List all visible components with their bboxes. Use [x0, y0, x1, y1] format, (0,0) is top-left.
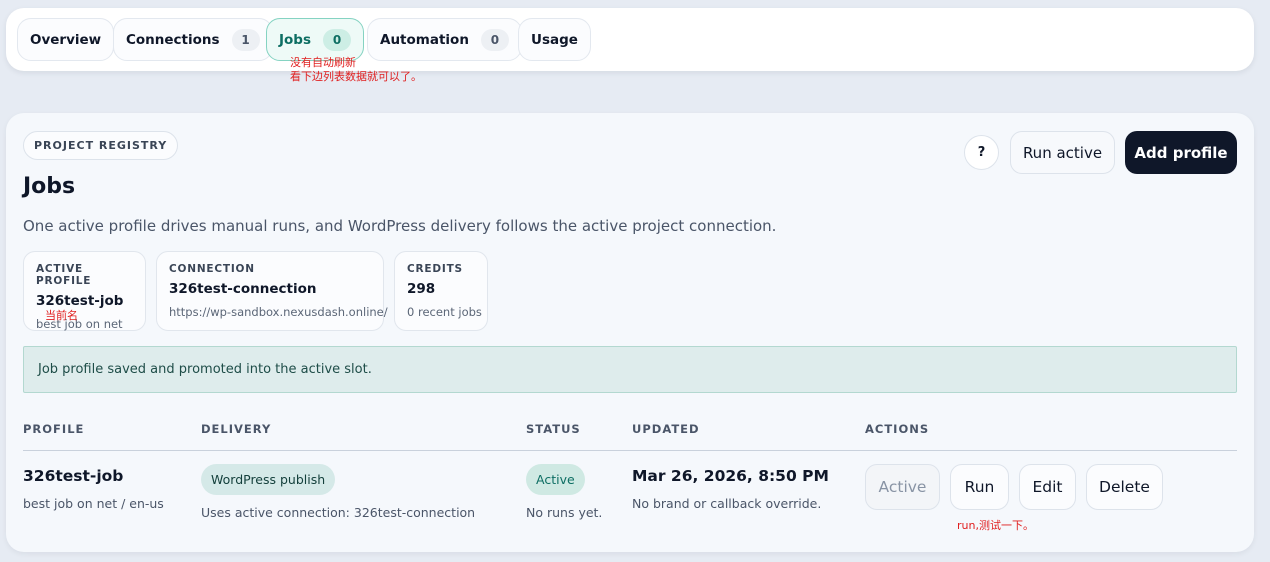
jobs-annotation-line1: 没有自动刷新 [290, 56, 356, 69]
delivery-chip: WordPress publish [201, 464, 336, 495]
stat-connection-label: CONNECTION [169, 263, 255, 275]
page-title: Jobs [23, 174, 76, 199]
stat-credits-value: 298 [407, 281, 436, 297]
tab-usage[interactable]: Usage [518, 18, 591, 61]
jobs-card: PROJECT REGISTRY Jobs One active profile… [6, 113, 1254, 552]
tab-jobs-label: Jobs [279, 31, 311, 48]
eyebrow-label: PROJECT REGISTRY [23, 131, 179, 160]
tab-jobs-count: 0 [323, 28, 351, 51]
stat-credits-sub: 0 recent jobs [407, 305, 482, 319]
jobs-annotation: 没有自动刷新 看下边列表数据就可以了。 [290, 56, 422, 84]
column-header-actions: ACTIONS [865, 422, 930, 436]
column-header-delivery: DELIVERY [201, 422, 272, 436]
add-profile-button[interactable]: Add profile [1125, 131, 1237, 174]
table-header-divider [23, 450, 1237, 451]
stat-connection: CONNECTION 326test-connection https://wp… [156, 251, 388, 331]
jobs-annotation-line2: 看下边列表数据就可以了。 [290, 70, 422, 83]
status-badge: Active [526, 464, 585, 495]
page-description: One active profile drives manual runs, a… [23, 217, 777, 235]
column-header-profile: PROFILE [23, 422, 85, 436]
tab-connections-count: 1 [231, 28, 260, 51]
row-delivery-sub: Uses active connection: 326test-connecti… [201, 505, 476, 520]
column-header-status: STATUS [526, 422, 581, 436]
column-header-updated: UPDATED [632, 422, 700, 436]
stat-credits: CREDITS 298 0 recent jobs [394, 251, 488, 331]
profile-annotation: 当前名 [45, 309, 78, 322]
run-annotation: run,测试一下。 [957, 519, 1034, 532]
stat-connection-value: 326test-connection [169, 281, 317, 297]
stat-credits-label: CREDITS [407, 263, 463, 275]
tab-automation-count: 0 [480, 28, 509, 51]
delete-button[interactable]: Delete [1086, 464, 1163, 510]
tab-usage-label: Usage [531, 31, 578, 48]
tab-connections[interactable]: Connections 1 [113, 18, 273, 61]
row-updated: Mar 26, 2026, 8:50 PM [632, 467, 829, 485]
tab-overview-label: Overview [30, 31, 102, 48]
row-updated-sub: No brand or callback override. [632, 496, 822, 511]
tab-automation-label: Automation [380, 31, 469, 48]
active-button[interactable]: Active [865, 464, 940, 510]
success-notice: Job profile saved and promoted into the … [23, 346, 1237, 393]
edit-button[interactable]: Edit [1019, 464, 1076, 510]
stat-active-profile-label: ACTIVE PROFILE [36, 263, 92, 287]
stat-active-profile-value: 326test-job [36, 293, 124, 309]
stat-active-profile: ACTIVE PROFILE 326test-job best job on n… [23, 251, 146, 331]
stat-connection-sub: https://wp-sandbox.nexusdash.online/ [169, 305, 388, 319]
row-profile-sub: best job on net / en-us [23, 496, 164, 511]
tab-jobs[interactable]: Jobs 0 [266, 18, 364, 61]
row-status-sub: No runs yet. [526, 505, 603, 520]
tab-connections-label: Connections [126, 31, 220, 48]
run-active-button[interactable]: Run active [1010, 131, 1115, 174]
help-button[interactable]: ? [964, 135, 999, 170]
tab-automation[interactable]: Automation 0 [367, 18, 522, 61]
tab-overview[interactable]: Overview [17, 18, 115, 61]
run-button[interactable]: Run [950, 464, 1009, 510]
top-tab-bar: Overview Connections 1 Jobs 0 Automation… [6, 8, 1254, 71]
row-profile-name: 326test-job [23, 467, 124, 485]
